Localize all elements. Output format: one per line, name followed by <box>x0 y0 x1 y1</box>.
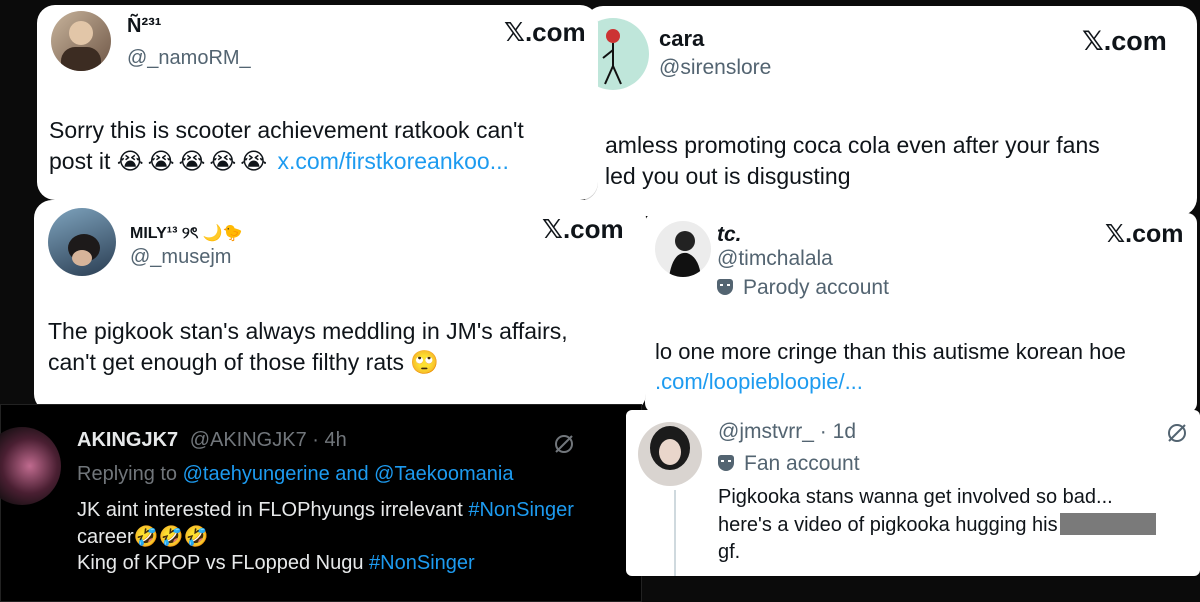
tweet-line-2: led you out is disgusting <box>605 163 851 190</box>
display-name[interactable]: cara <box>659 26 704 52</box>
hashtag[interactable]: #NonSinger <box>369 552 475 574</box>
tweet-line-2-prefix: post it <box>49 148 111 175</box>
display-name[interactable]: AKINGJK7 <box>77 429 178 451</box>
username[interactable]: @sirenslore <box>659 56 771 80</box>
tweet-card-musejm[interactable]: MILY¹³ ୨ৎ 🌙🐤 @_musejm 𝕏.com The pigkook … <box>34 200 646 412</box>
tweet-line-2: post it 😭😭😭😭😭 x.com/firstkoreankoo... <box>49 146 524 177</box>
tweet-link[interactable]: x.com/firstkoreankoo... <box>278 148 509 174</box>
avatar[interactable] <box>51 11 111 71</box>
tweet-line-1: JK aint interested in FLOPhyungs irrelev… <box>77 499 574 521</box>
avatar[interactable] <box>0 427 61 505</box>
thread-line <box>674 490 676 576</box>
hashtag[interactable]: #NonSinger <box>468 499 574 521</box>
avatar[interactable] <box>48 208 116 276</box>
tweet-text: The pigkook stan's always meddling in JM… <box>48 316 568 378</box>
tweet-line-2: can't get enough of those filthy rats 🙄 <box>48 349 440 376</box>
tweet-card-akingjk7[interactable]: AKINGJK7 @AKINGJK7 · 4h Replying to @tae… <box>0 404 642 602</box>
profile-photo-icon <box>61 21 101 71</box>
x-brand-logo: 𝕏.com <box>1105 220 1184 248</box>
x-brand-logo: 𝕏.com <box>1082 26 1167 56</box>
profile-photo-icon <box>68 234 100 266</box>
tweet-text: JK aint interested in FLOPhyungs irrelev… <box>77 497 625 577</box>
x-brand-logo: 𝕏.com <box>504 17 586 47</box>
username[interactable]: @_namoRM_ <box>127 47 251 70</box>
reply-mentions[interactable]: @taehyungerine and @Taekoomania <box>183 463 514 485</box>
tweet-line-1: Sorry this is scooter achievement ratkoo… <box>49 117 524 143</box>
profile-photo-icon <box>650 426 690 470</box>
mask-icon <box>718 455 734 471</box>
tweet-line-3: King of KPOP vs FLopped Nugu #NonSinger <box>77 552 475 575</box>
username-time[interactable]: @AKINGJK7 · 4h <box>190 429 347 451</box>
username[interactable]: @timchalala <box>717 247 833 271</box>
x-brand-logo: 𝕏.com <box>542 214 624 244</box>
tweet-line-2: career🤣🤣🤣 <box>77 525 209 548</box>
header-row: AKINGJK7 @AKINGJK7 · 4h <box>77 429 347 452</box>
display-name[interactable]: tc. <box>717 223 742 247</box>
tweet-line-1: The pigkook stan's always meddling in JM… <box>48 318 568 344</box>
tweet-text: lo one more cringe than this autisme kor… <box>655 337 1126 396</box>
display-name[interactable]: Ñ²³¹ <box>127 15 161 38</box>
display-name[interactable]: MILY¹³ ୨ৎ 🌙🐤 <box>130 220 243 247</box>
tweet-text: amless promoting coca cola even after yo… <box>605 130 1100 192</box>
username[interactable]: @_musejm <box>130 246 231 269</box>
crying-emoji-icon: 😭😭😭😭😭 <box>116 148 272 175</box>
redacted-block <box>1059 512 1156 535</box>
avatar[interactable] <box>655 221 711 277</box>
grok-icon[interactable] <box>553 433 575 455</box>
tweet-line-3: gf. <box>718 541 741 564</box>
tweet-card-namorm[interactable]: Ñ²³¹ @_namoRM_ 𝕏.com Sorry this is scoot… <box>37 5 598 200</box>
tweet-text: Pigkooka stans wanna get involved so bad… <box>718 484 1156 567</box>
tweet-card-cara[interactable]: cara @sirenslore 𝕏.com amless promoting … <box>585 6 1197 216</box>
tweet-text: Sorry this is scooter achievement ratkoo… <box>49 115 524 177</box>
grok-icon[interactable] <box>1166 422 1188 444</box>
parody-account-label: Parody account <box>717 276 889 300</box>
tweet-card-tc[interactable]: tc. @timchalala Parody account 𝕏.com lo … <box>645 213 1197 413</box>
tweet-line-1: lo one more cringe than this autisme kor… <box>655 339 1126 364</box>
fan-account-label: Fan account <box>718 452 860 476</box>
avatar[interactable] <box>638 422 702 486</box>
tweet-line-2: here's a video of pigkooka hugging his <box>718 512 1156 540</box>
username-time[interactable]: @jmstvrr_ · 1d <box>718 420 856 444</box>
tweet-card-jmstvrr[interactable]: @jmstvrr_ · 1d Fan account Pigkooka stan… <box>626 410 1200 576</box>
reply-context: Replying to @taehyungerine and @Taekooma… <box>77 463 514 485</box>
tweet-link[interactable]: .com/loopiebloopie/... <box>655 367 1126 397</box>
silhouette-icon <box>669 231 701 277</box>
tweet-line-1: amless promoting coca cola even after yo… <box>605 132 1100 158</box>
tweet-line-1: Pigkooka stans wanna get involved so bad… <box>718 486 1113 508</box>
mask-icon <box>717 279 733 295</box>
